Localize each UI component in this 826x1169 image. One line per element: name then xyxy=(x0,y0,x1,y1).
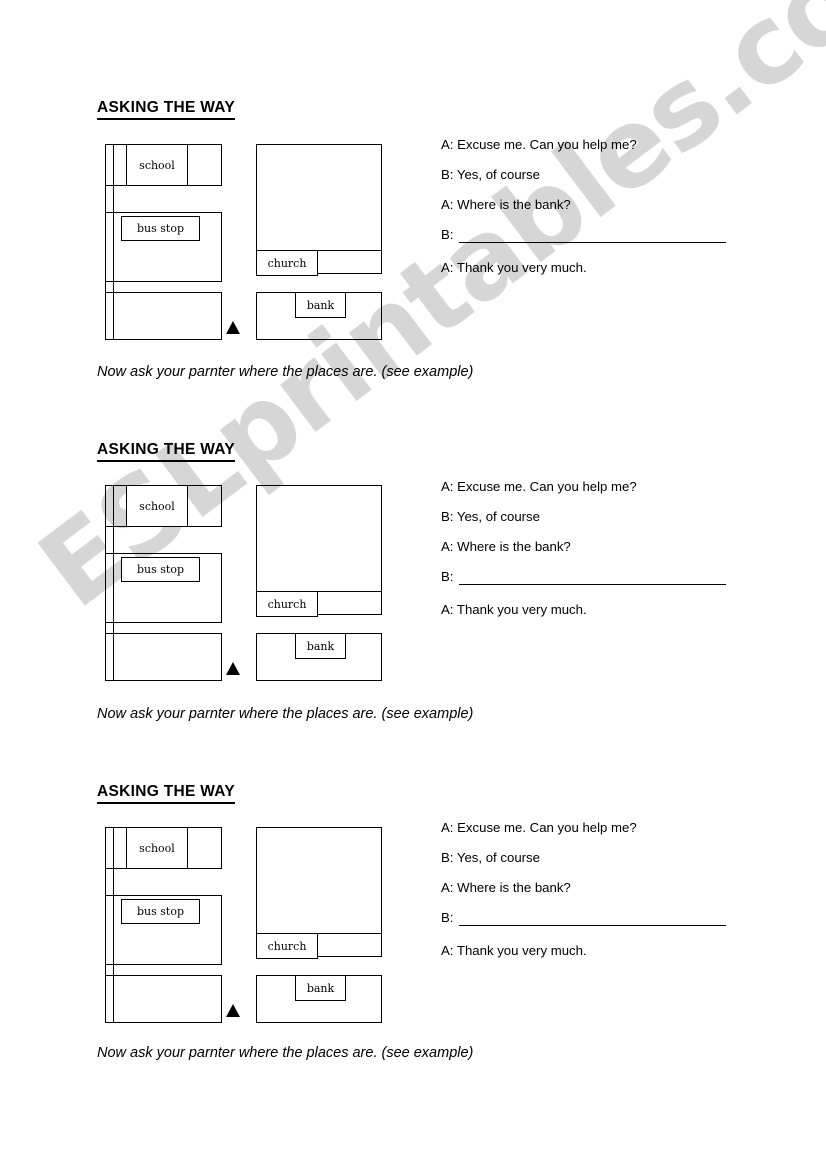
dialogue-line-1: A: Excuse me. Can you help me? xyxy=(441,479,637,494)
dialogue-line-4-label: B: xyxy=(441,227,454,242)
street-map-1: school bus stop church bank xyxy=(105,144,382,340)
answer-blank-line[interactable] xyxy=(459,925,726,926)
map-label-bus-stop: bus stop xyxy=(121,216,200,241)
dialogue-line-1: A: Excuse me. Can you help me? xyxy=(441,137,637,152)
map-label-school-text: school xyxy=(139,499,175,513)
dialogue-line-2: B: Yes, of course xyxy=(441,167,540,182)
map-label-bus-stop: bus stop xyxy=(121,557,200,582)
map-label-church: church xyxy=(256,591,318,617)
answer-blank-line[interactable] xyxy=(459,242,726,243)
map-label-bank-text: bank xyxy=(306,981,335,995)
dialogue-line-4-answer: B: xyxy=(441,227,726,243)
map-block-left-strip xyxy=(105,485,114,681)
section-title-2: ASKING THE WAY xyxy=(97,441,235,462)
dialogue-line-5: A: Thank you very much. xyxy=(441,943,587,958)
street-map-2: school bus stop church bank xyxy=(105,485,382,681)
answer-blank-line[interactable] xyxy=(459,584,726,585)
map-label-church-text: church xyxy=(267,939,307,953)
dialogue-line-4-label: B: xyxy=(441,569,454,584)
map-block-lower-left xyxy=(105,292,222,340)
map-label-bank: bank xyxy=(295,292,346,318)
instruction-2: Now ask your parnter where the places ar… xyxy=(97,706,474,722)
dialogue-line-3: A: Where is the bank? xyxy=(441,539,571,554)
you-are-here-arrow xyxy=(226,321,240,334)
map-block-lower-left xyxy=(105,975,222,1023)
you-are-here-arrow xyxy=(226,662,240,675)
dialogue-line-5: A: Thank you very much. xyxy=(441,260,587,275)
map-label-bank-text: bank xyxy=(306,298,335,312)
dialogue-line-2: B: Yes, of course xyxy=(441,850,540,865)
map-label-bank: bank xyxy=(295,975,346,1001)
map-block-left-strip xyxy=(105,827,114,1023)
map-label-church-text: church xyxy=(267,256,307,270)
dialogue-line-4-label: B: xyxy=(441,910,454,925)
dialogue-line-1: A: Excuse me. Can you help me? xyxy=(441,820,637,835)
map-label-church: church xyxy=(256,933,318,959)
dialogue-line-2: B: Yes, of course xyxy=(441,509,540,524)
dialogue-line-3: A: Where is the bank? xyxy=(441,880,571,895)
street-map-3: school bus stop church bank xyxy=(105,827,382,1023)
map-label-church-text: church xyxy=(267,597,307,611)
map-label-school: school xyxy=(126,485,188,527)
you-are-here-arrow xyxy=(226,1004,240,1017)
dialogue-line-5: A: Thank you very much. xyxy=(441,602,587,617)
map-label-bus-stop-text: bus stop xyxy=(137,222,184,235)
map-label-bank-text: bank xyxy=(306,639,335,653)
map-label-school: school xyxy=(126,827,188,869)
dialogue-line-3: A: Where is the bank? xyxy=(441,197,571,212)
section-title-3: ASKING THE WAY xyxy=(97,783,235,804)
map-block-lower-left xyxy=(105,633,222,681)
map-label-bank: bank xyxy=(295,633,346,659)
map-label-school: school xyxy=(126,144,188,186)
map-label-bus-stop: bus stop xyxy=(121,899,200,924)
section-title-1: ASKING THE WAY xyxy=(97,99,235,120)
map-label-bus-stop-text: bus stop xyxy=(137,905,184,918)
dialogue-line-4-answer: B: xyxy=(441,569,726,585)
instruction-1: Now ask your parnter where the places ar… xyxy=(97,364,474,380)
worksheet-page: ASKING THE WAY school bus stop church ba… xyxy=(0,0,826,1169)
map-label-church: church xyxy=(256,250,318,276)
dialogue-line-4-answer: B: xyxy=(441,910,726,926)
map-label-school-text: school xyxy=(139,841,175,855)
instruction-3: Now ask your parnter where the places ar… xyxy=(97,1045,474,1061)
map-label-school-text: school xyxy=(139,158,175,172)
map-label-bus-stop-text: bus stop xyxy=(137,563,184,576)
map-block-left-strip xyxy=(105,144,114,340)
